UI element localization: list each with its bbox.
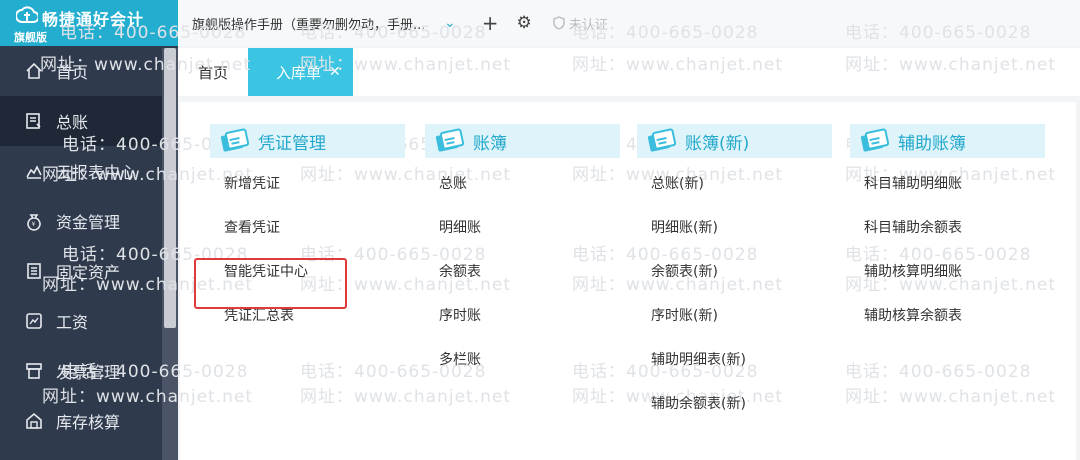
menu-group-books-new: 账簿(新) 总账(新) 明细账(新) 余额表(新) 序时账(新) 辅助明细表(新… — [637, 124, 832, 426]
menu-group-title: 辅助账簿 — [898, 133, 966, 154]
menu-item-journal[interactable]: 序时账 — [425, 294, 620, 338]
document-stack-icon — [220, 128, 250, 152]
menu-item-balance-sheet[interactable]: 余额表 — [425, 250, 620, 294]
brand-name: 畅捷通好会计 — [42, 10, 145, 29]
document-stack-icon — [435, 128, 465, 152]
sidebar-nav: 首页 总账 云报表中心 ¥ 资金管理 固定资产 工资 发票管理 库存核算 — [0, 46, 178, 446]
menu-group-header: 辅助账簿 — [850, 124, 1045, 158]
watermark-text: 网址：www.chanjet.net — [845, 387, 1057, 407]
unverified-label: 未认证 — [568, 17, 608, 33]
home-icon — [24, 61, 44, 81]
sidebar-item-label: 资金管理 — [56, 213, 121, 232]
menu-group-header: 账簿(新) — [637, 124, 832, 158]
menu-item-view-voucher[interactable]: 查看凭证 — [210, 206, 405, 250]
sidebar: 畅捷通好会计 旗舰版 首页 总账 云报表中心 ¥ 资金管理 固定资产 工资 发票… — [0, 0, 178, 460]
tab-bar: 首页 入库单 ✕ — [178, 48, 1080, 96]
sidebar-item-label: 总账 — [56, 113, 89, 132]
tab-label: 入库单 — [276, 63, 322, 82]
sidebar-item-ledger[interactable]: 总账 — [0, 96, 178, 146]
chevron-down-icon[interactable]: ⌄ — [444, 15, 456, 31]
menu-item-account-aux-detail[interactable]: 科目辅助明细账 — [850, 162, 1045, 206]
menu-group-header: 账簿 — [425, 124, 620, 158]
menu-panel: 电话：400-665-0028 电话：400-665-0028 电话：400-6… — [42, 102, 1076, 460]
menu-group-books: 账簿 总账 明细账 余额表 序时账 多栏账 — [425, 124, 620, 382]
menu-item-general-ledger[interactable]: 总账 — [425, 162, 620, 206]
watermark-text: 电话：400-665-0028 — [845, 362, 1032, 382]
menu-group-title: 账簿 — [473, 133, 507, 154]
sidebar-item-fixed-assets[interactable]: 固定资产 — [0, 246, 178, 296]
menu-item-general-ledger-new[interactable]: 总账(新) — [637, 162, 832, 206]
sidebar-scrollbar[interactable] — [162, 48, 178, 460]
sidebar-item-funds[interactable]: ¥ 资金管理 — [0, 196, 178, 246]
sidebar-item-invoice[interactable]: 发票管理 — [0, 346, 178, 396]
highlight-box — [194, 258, 347, 309]
manual-selector[interactable]: 旗舰版操作手册（重要勿删勿动，手册... — [192, 14, 432, 33]
menu-item-aux-accounting-detail[interactable]: 辅助核算明细账 — [850, 250, 1045, 294]
sidebar-item-salary[interactable]: 工资 — [0, 296, 178, 346]
menu-item-aux-accounting-balance[interactable]: 辅助核算余额表 — [850, 294, 1045, 338]
menu-item-balance-sheet-new[interactable]: 余额表(新) — [637, 250, 832, 294]
scrollbar-thumb[interactable] — [164, 48, 176, 328]
document-stack-icon — [647, 128, 677, 152]
building-icon — [24, 261, 44, 281]
close-icon[interactable]: ✕ — [329, 64, 341, 80]
sidebar-item-inventory[interactable]: 库存核算 — [0, 396, 178, 446]
menu-item-new-voucher[interactable]: 新增凭证 — [210, 162, 405, 206]
menu-item-aux-detail-new[interactable]: 辅助明细表(新) — [637, 338, 832, 382]
menu-item-account-aux-balance[interactable]: 科目辅助余额表 — [850, 206, 1045, 250]
menu-group-aux-books: 辅助账簿 科目辅助明细账 科目辅助余额表 辅助核算明细账 辅助核算余额表 — [850, 124, 1045, 338]
top-bar: 旗舰版操作手册（重要勿删勿动，手册... ⌄ + ⚙ 未认证 — [178, 0, 1080, 46]
watermark-text: 网址：www.chanjet.net — [300, 387, 512, 407]
money-bag-icon: ¥ — [24, 211, 44, 231]
sidebar-item-label: 发票管理 — [56, 363, 121, 382]
salary-icon — [24, 311, 44, 331]
menu-group-header: 凭证管理 — [210, 124, 405, 158]
verification-status[interactable]: 未认证 — [552, 14, 608, 33]
sidebar-item-home[interactable]: 首页 — [0, 46, 178, 96]
gear-icon[interactable]: ⚙ — [517, 13, 532, 33]
edition-label: 旗舰版 — [14, 31, 47, 44]
warehouse-icon — [24, 411, 44, 431]
sidebar-item-label: 工资 — [56, 313, 89, 332]
chart-icon — [24, 161, 44, 181]
sidebar-item-label: 首页 — [56, 63, 89, 82]
menu-group-title: 账簿(新) — [685, 133, 750, 154]
document-stack-icon — [860, 128, 890, 152]
sidebar-item-label: 固定资产 — [56, 263, 121, 282]
sidebar-item-label: 库存核算 — [56, 413, 121, 432]
sidebar-item-report-center[interactable]: 云报表中心 — [0, 146, 178, 196]
logo: 畅捷通好会计 旗舰版 — [0, 0, 178, 46]
menu-item-detail-ledger[interactable]: 明细账 — [425, 206, 620, 250]
menu-item-aux-balance-new[interactable]: 辅助余额表(新) — [637, 382, 832, 426]
sidebar-item-label: 云报表中心 — [56, 163, 137, 182]
plus-icon[interactable]: + — [482, 11, 499, 35]
menu-group-title: 凭证管理 — [258, 133, 326, 154]
invoice-icon — [24, 361, 44, 381]
ledger-icon — [24, 111, 44, 131]
tab-inbound-order[interactable]: 入库单 ✕ — [248, 48, 353, 96]
logo-icon — [16, 6, 38, 23]
menu-item-multi-column[interactable]: 多栏账 — [425, 338, 620, 382]
tab-label: 首页 — [198, 63, 229, 82]
menu-item-detail-ledger-new[interactable]: 明细账(新) — [637, 206, 832, 250]
svg-text:¥: ¥ — [32, 221, 36, 228]
shield-icon — [553, 16, 565, 30]
tab-home[interactable]: 首页 — [178, 48, 248, 96]
menu-item-journal-new[interactable]: 序时账(新) — [637, 294, 832, 338]
